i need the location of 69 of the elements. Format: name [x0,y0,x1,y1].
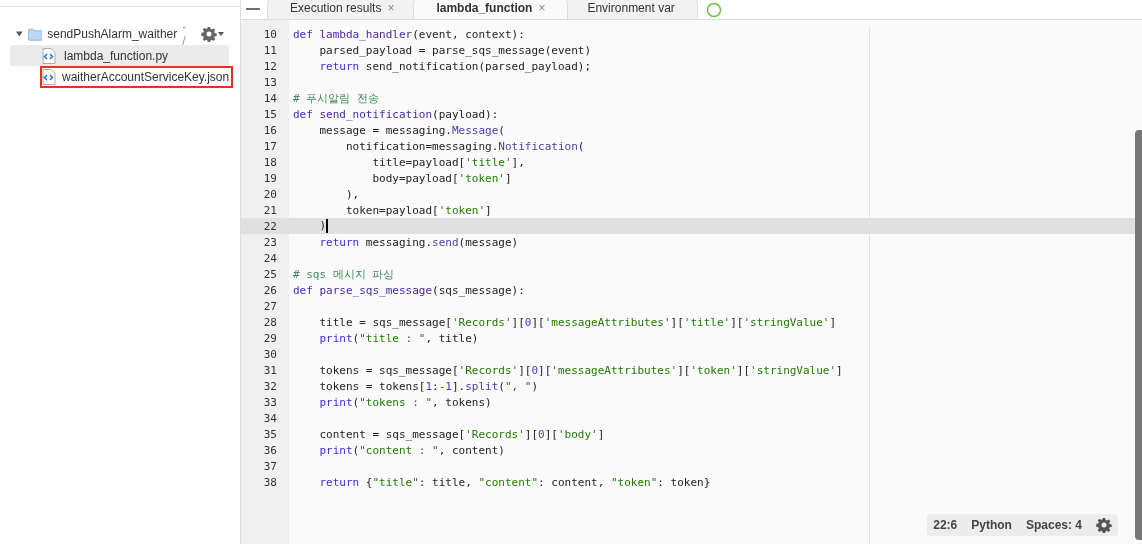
line-number: 35 [262,427,278,441]
code-file-icon [42,69,56,85]
line-number: 10 [262,27,278,41]
code-line: tokens = tokens[1:-1].split(", ") [318,379,539,393]
code-file-icon [42,47,56,64]
highlighted-file-item[interactable]: waitherAccountServiceKey.json [40,66,234,88]
line-number: 37 [262,459,278,473]
code-line: title = sqs_message['Records'][0]['messageAttributes']['title']['stringValue'] [318,315,837,329]
scrollbar-thumb[interactable] [1135,130,1142,540]
code-line: notification=messaging.Notification( [344,139,585,153]
code-line: return messaging.send(message) [318,235,519,249]
line-number: 15 [262,107,278,121]
code-line: def parse_sqs_message(sqs_message): [292,283,525,297]
code-line: return {"title": title, "content": content, "token": token} [318,475,711,489]
line-number: 22 [262,219,278,233]
line-number: 32 [262,379,278,393]
folder-icon [27,26,43,42]
code-line: ), [344,187,360,201]
line-number: 21 [262,203,278,217]
line-number: 27 [262,299,278,313]
line-number: 20 [262,187,278,201]
code-line: token=payload['token'] [344,203,492,217]
code-line: def lambda_handler(event, context): [292,27,525,41]
line-number: 25 [262,267,278,281]
line-number: 30 [262,347,278,361]
line-number: 17 [262,139,278,153]
code-line: return send_notification(parsed_payload); [318,59,592,73]
code-line: def send_notification(payload): [292,107,499,121]
line-number: 28 [262,315,278,329]
line-number: 29 [262,331,278,345]
code-line: body=payload['token'] [371,171,512,185]
line-number: 16 [262,123,278,137]
settings-icon[interactable] [1096,517,1112,533]
line-number: 23 [262,235,278,249]
folder-name: sendPushAlarm_waither [47,27,178,41]
line-number: 38 [262,475,278,489]
code-line: parsed_payload = parse_sqs_message(event) [318,43,591,57]
code-comment: # sqs 메시지 파싱 [292,266,395,282]
code-line: title=payload['title'], [371,155,525,169]
line-number: 13 [262,75,278,89]
editor-tab[interactable]: lambda_function × [413,0,569,19]
line-number: 31 [262,363,278,377]
close-icon[interactable]: × [538,1,546,15]
code-line: print("title : ", title) [318,331,479,345]
language-mode[interactable]: Python [971,518,1012,532]
line-number: 11 [262,43,278,57]
line-number: 19 [262,171,278,185]
line-number: 26 [262,283,278,297]
expand-triangle-icon[interactable] [16,30,23,38]
line-number: 33 [262,395,278,409]
caret-icon[interactable] [218,32,224,36]
line-number: 34 [262,411,278,425]
code-comment: # 푸시알림 전송 [292,90,379,106]
code-line: print("content : ", content) [318,443,505,457]
indent-setting[interactable]: Spaces: 4 [1025,518,1082,532]
code-line: ) [318,219,328,233]
line-number: 12 [262,59,278,73]
code-line: content = sqs_message['Records'][0]['body'] [318,427,605,441]
code-line: tokens = sqs_message['Records'][0]['messageAttributes']['token']['stringValue'] [318,363,843,377]
line-number: 24 [262,251,278,265]
cursor-position[interactable]: 22:6 [933,518,958,532]
line-number: 36 [262,443,278,457]
file-item[interactable]: lambda_function.py [10,45,229,66]
code-line: message = messaging.Message( [318,123,505,137]
folder-path: - / [182,20,188,48]
code-line: print("tokens : ", tokens) [318,395,492,409]
settings-icon[interactable] [201,26,217,42]
line-number: 14 [262,91,278,105]
line-number: 18 [262,155,278,169]
